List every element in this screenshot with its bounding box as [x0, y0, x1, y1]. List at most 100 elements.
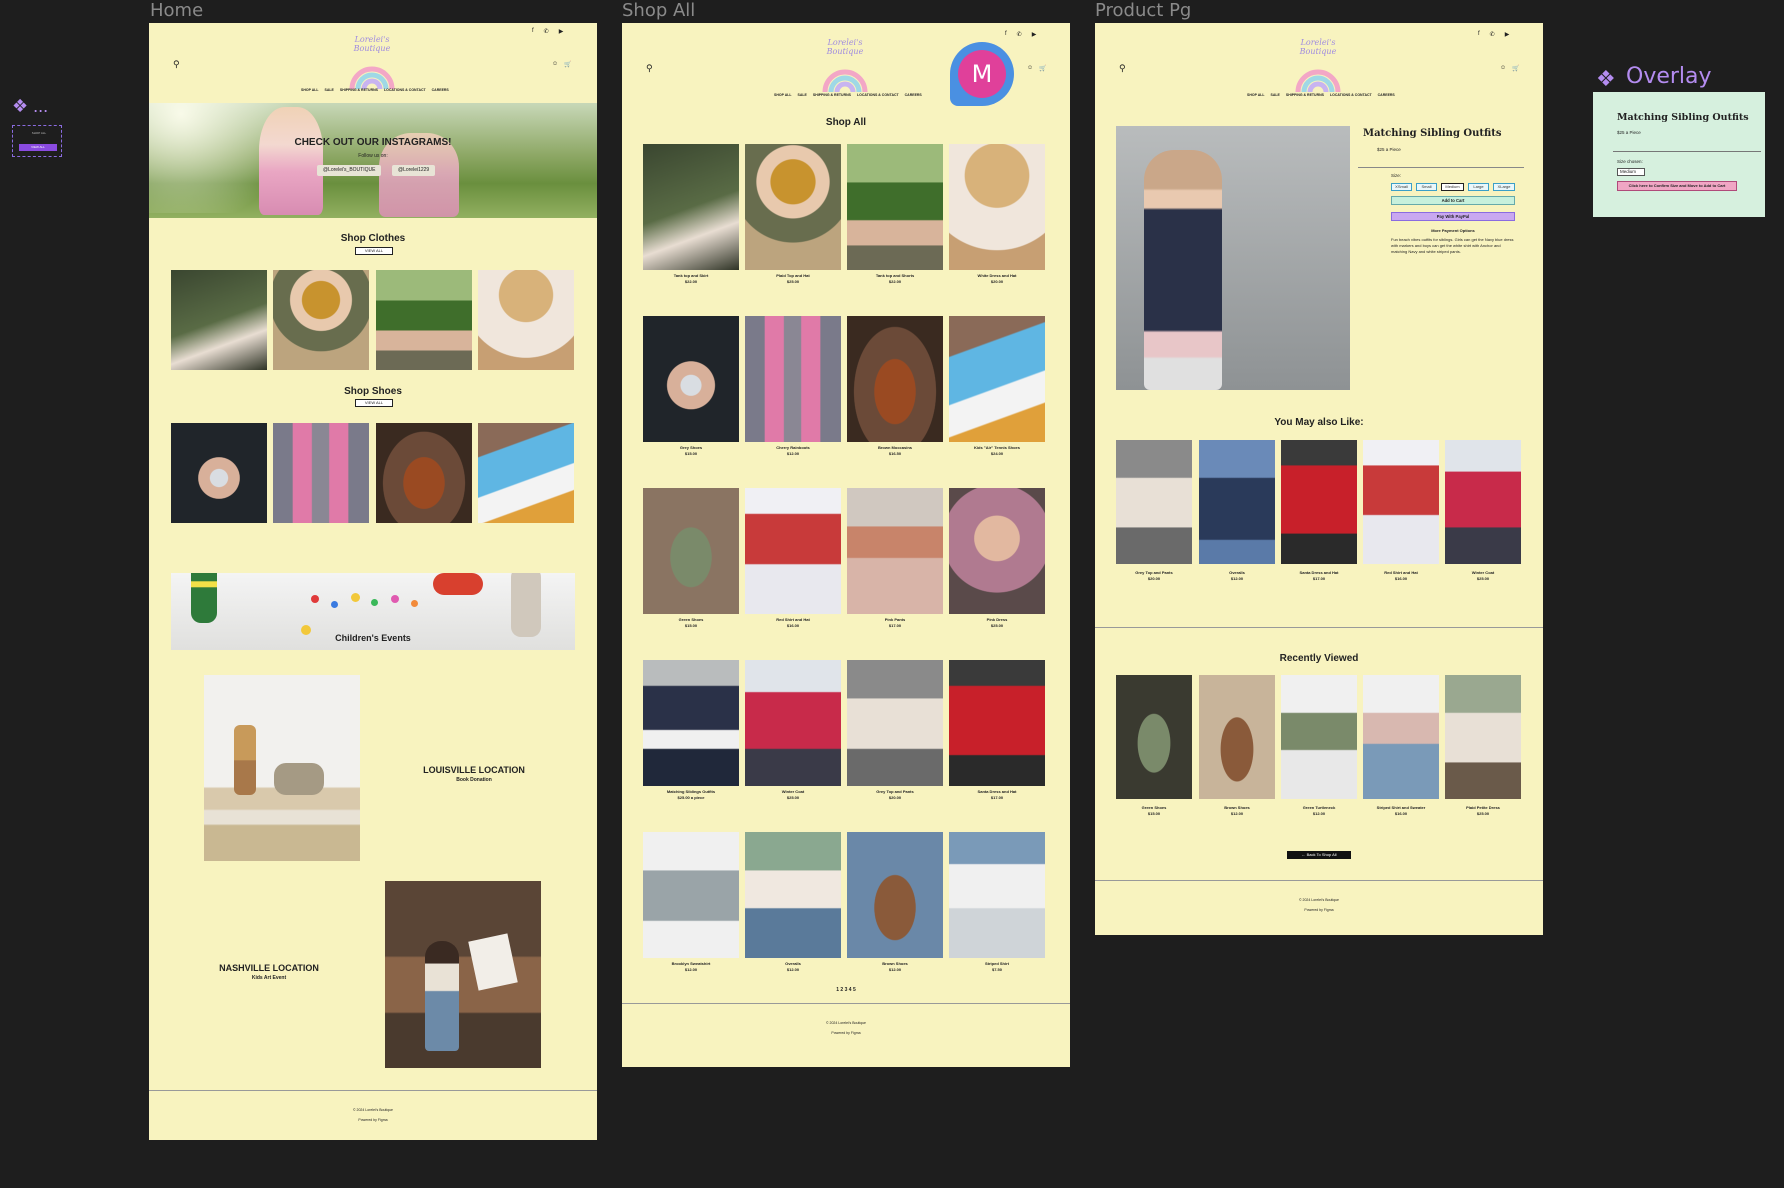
product-card-image[interactable] — [847, 832, 943, 958]
frame-label-home[interactable]: Home — [150, 0, 203, 21]
nav-locations[interactable]: LOCATIONS & CONTACT — [857, 93, 899, 97]
search-icon[interactable]: ⚲ — [646, 63, 653, 74]
back-to-shop-button[interactable]: ← Back To Shop All — [1287, 851, 1351, 859]
product-card-caption[interactable]: Brown Shoes $12.00 — [847, 961, 943, 973]
product-card-image[interactable] — [745, 316, 841, 442]
product-card-image[interactable] — [745, 488, 841, 614]
component-instance[interactable]: SHOP ALL VIEW ALL — [12, 125, 62, 157]
product-card-caption[interactable]: Pink Dress $25.00 — [949, 617, 1045, 629]
home-shoes-1[interactable] — [171, 423, 267, 523]
nav-shop-all[interactable]: SHOP ALL — [301, 88, 319, 92]
childrens-events-banner[interactable]: Children's Events — [171, 573, 575, 650]
avatar[interactable]: M — [950, 42, 1014, 106]
facebook-icon[interactable]: f — [1478, 31, 1480, 38]
product-card-image[interactable] — [847, 660, 943, 786]
youtube-icon[interactable]: ▶ — [1032, 31, 1037, 38]
recent-item-image[interactable] — [1445, 675, 1521, 799]
nav-sale[interactable]: SALE — [1271, 93, 1280, 97]
facebook-icon[interactable]: f — [532, 28, 534, 35]
search-icon[interactable]: ⚲ — [173, 59, 180, 70]
product-card-caption[interactable]: Grey Shoes $15.00 — [643, 445, 739, 457]
recent-item-caption[interactable]: Plaid Petite Dress $25.00 — [1445, 805, 1521, 817]
home-clothes-4[interactable] — [478, 270, 574, 370]
like-item-caption[interactable]: Overalls $12.00 — [1199, 570, 1275, 582]
frame-label-product[interactable]: Product Pg — [1095, 0, 1191, 21]
product-card-image[interactable] — [847, 316, 943, 442]
nav-shipping[interactable]: SHIPPING & RETURNS — [1286, 93, 1324, 97]
product-card-caption[interactable]: Red Shirt and Hat $16.00 — [745, 617, 841, 629]
home-shoes-4[interactable] — [478, 423, 574, 523]
product-card-caption[interactable]: Striped Shirt $7.50 — [949, 961, 1045, 973]
size-xsmall[interactable]: XSmall — [1391, 183, 1412, 191]
louisville-image[interactable] — [204, 675, 360, 861]
component-btn-view[interactable]: VIEW ALL — [19, 144, 57, 151]
recent-item-image[interactable] — [1281, 675, 1357, 799]
like-item-image[interactable] — [1281, 440, 1357, 564]
nav-shop-all[interactable]: SHOP ALL — [1247, 93, 1265, 97]
user-icon[interactable]: ☺ — [552, 61, 558, 68]
product-card-caption[interactable]: Tank top and Shorts $22.00 — [847, 273, 943, 285]
product-card-caption[interactable]: Overalls $12.00 — [745, 961, 841, 973]
cart-icon[interactable]: 🛒 — [564, 61, 571, 68]
cart-icon[interactable]: 🛒 — [1039, 65, 1046, 72]
overlay-size-value[interactable]: Medium — [1617, 168, 1645, 176]
product-card-caption[interactable]: Plaid Top and Hat $25.00 — [745, 273, 841, 285]
instagram-handle-1[interactable]: @Lorelei's_BOUTIQUE — [317, 165, 382, 176]
nashville-image[interactable] — [385, 881, 541, 1068]
nav-shop-all[interactable]: SHOP ALL — [774, 93, 792, 97]
product-card-caption[interactable]: Santa Dress and Hat $17.00 — [949, 789, 1045, 801]
nav-careers[interactable]: CAREERS — [905, 93, 922, 97]
like-item-image[interactable] — [1199, 440, 1275, 564]
product-card-image[interactable] — [949, 832, 1045, 958]
component-label[interactable]: ❖ ... — [12, 96, 48, 117]
frame-label-overlay[interactable]: Overlay — [1600, 64, 1712, 89]
confirm-size-button[interactable]: Click here to Confirm Size and Move to A… — [1617, 181, 1737, 191]
nav-careers[interactable]: CAREERS — [1378, 93, 1395, 97]
instagram-handle-2[interactable]: @Lorelei1229 — [392, 165, 436, 176]
product-card-caption[interactable]: Kids "Air" Tennis Shoes $24.00 — [949, 445, 1045, 457]
paypal-button[interactable]: Pay With PayPal — [1391, 212, 1515, 221]
product-card-image[interactable] — [643, 316, 739, 442]
shop-shoes-view-all-button[interactable]: VIEW ALL — [355, 399, 393, 407]
product-card-image[interactable] — [847, 144, 943, 270]
product-card-caption[interactable]: Cherry Rainboots $12.00 — [745, 445, 841, 457]
nav-shipping[interactable]: SHIPPING & RETURNS — [813, 93, 851, 97]
add-to-cart-button[interactable]: Add to Cart — [1391, 196, 1515, 205]
product-card-image[interactable] — [847, 488, 943, 614]
component-btn-shop[interactable]: SHOP ALL — [27, 131, 51, 137]
product-card-caption[interactable]: Matching Siblings Outfits $25.00 a piece — [643, 789, 739, 801]
frame-label-shop-all[interactable]: Shop All — [622, 0, 695, 21]
youtube-icon[interactable]: ▶ — [559, 28, 564, 35]
recent-item-image[interactable] — [1363, 675, 1439, 799]
size-large[interactable]: Large — [1468, 183, 1489, 191]
logo[interactable]: Lorelei's Boutique — [1288, 38, 1348, 94]
youtube-icon[interactable]: ▶ — [1505, 31, 1510, 38]
recent-item-image[interactable] — [1116, 675, 1192, 799]
product-card-caption[interactable]: Green Shoes $15.00 — [643, 617, 739, 629]
shop-clothes-view-all-button[interactable]: VIEW ALL — [355, 247, 393, 255]
twitter-icon[interactable]: ✆ — [544, 28, 549, 35]
nav-careers[interactable]: CAREERS — [432, 88, 449, 92]
nav-locations[interactable]: LOCATIONS & CONTACT — [384, 88, 426, 92]
logo[interactable]: Lorelei's Boutique — [342, 35, 402, 91]
user-icon[interactable]: ☺ — [1027, 65, 1033, 72]
cart-icon[interactable]: 🛒 — [1512, 65, 1519, 72]
product-card-image[interactable] — [949, 144, 1045, 270]
like-item-image[interactable] — [1445, 440, 1521, 564]
recent-item-caption[interactable]: Brown Shoes $12.00 — [1199, 805, 1275, 817]
product-card-image[interactable] — [643, 660, 739, 786]
logo[interactable]: Lorelei's Boutique — [815, 38, 875, 94]
instagram-hero[interactable]: CHECK OUT OUR INSTAGRAMS! Follow us on: … — [149, 103, 597, 218]
product-card-caption[interactable]: Brown Moccasins $16.50 — [847, 445, 943, 457]
product-card-caption[interactable]: Winter Coat $25.00 — [745, 789, 841, 801]
product-card-image[interactable] — [949, 316, 1045, 442]
like-item-caption[interactable]: Grey Top and Pants $20.00 — [1116, 570, 1192, 582]
nav-shipping[interactable]: SHIPPING & RETURNS — [340, 88, 378, 92]
size-small[interactable]: Small — [1416, 183, 1437, 191]
like-item-caption[interactable]: Red Shirt and Hat $16.00 — [1363, 570, 1439, 582]
product-card-caption[interactable]: Pink Pants $17.00 — [847, 617, 943, 629]
product-card-image[interactable] — [949, 488, 1045, 614]
product-card-caption[interactable]: White Dress and Hat $20.00 — [949, 273, 1045, 285]
twitter-icon[interactable]: ✆ — [1017, 31, 1022, 38]
facebook-icon[interactable]: f — [1005, 31, 1007, 38]
